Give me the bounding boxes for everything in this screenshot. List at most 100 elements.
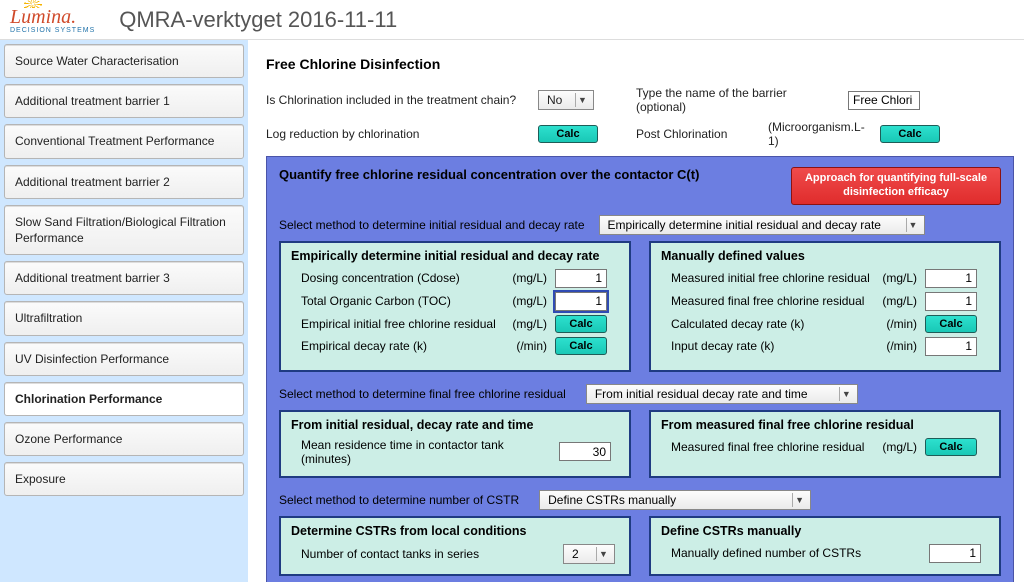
chevron-down-icon: ▼ (906, 218, 920, 232)
sidebar-item-ultrafiltration[interactable]: Ultrafiltration (4, 301, 244, 335)
sidebar-item-label: Ultrafiltration (15, 311, 82, 325)
group-title: From initial residual, decay rate and ti… (291, 418, 619, 432)
calc-k-button[interactable]: Calc (925, 315, 977, 333)
mdef-label: Manually defined number of CSTRs (671, 546, 923, 560)
sidebar-item-label: Source Water Characterisation (15, 54, 179, 68)
method2-label: Select method to determine final free ch… (279, 387, 566, 401)
mrt-label: Mean residence time in contactor tank (m… (301, 438, 553, 466)
post-chlor-unit: (Microorganism.L-1) (768, 120, 868, 148)
log-reduction-label: Log reduction by chlorination (266, 127, 526, 141)
dose-input[interactable] (555, 269, 607, 288)
sidebar-item-label: Ozone Performance (15, 432, 122, 446)
sidebar-item-label: Additional treatment barrier 1 (15, 94, 170, 108)
select-value: Empirically determine initial residual a… (608, 218, 881, 232)
method2-select[interactable]: From initial residual decay rate and tim… (586, 384, 858, 404)
method1-select[interactable]: Empirically determine initial residual a… (599, 215, 925, 235)
sidebar-item-label: Additional treatment barrier 2 (15, 175, 170, 189)
dose-label: Dosing concentration (Cdose) (301, 271, 503, 285)
contactor-panel: Quantify free chlorine residual concentr… (266, 156, 1014, 582)
m-init-unit: (mg/L) (877, 271, 921, 285)
approach-button[interactable]: Approach for quantifying full-scale disi… (791, 167, 1001, 205)
emp-k-label: Empirical decay rate (k) (301, 339, 503, 353)
m-init-label: Measured initial free chlorine residual (671, 271, 873, 285)
method3-select[interactable]: Define CSTRs manually ▼ (539, 490, 811, 510)
chevron-down-icon: ▼ (792, 493, 806, 507)
sidebar-item-label: Slow Sand Filtration/Biological Filtrati… (15, 215, 226, 245)
is-chlor-label: Is Chlorination included in the treatmen… (266, 93, 526, 107)
brand-text: Lumina. (10, 6, 76, 28)
emp-k-calc-button[interactable]: Calc (555, 337, 607, 355)
emp-init-unit: (mg/L) (507, 317, 551, 331)
method3-label: Select method to determine number of CST… (279, 493, 519, 507)
ntanks-label: Number of contact tanks in series (301, 547, 557, 561)
group-title: From measured final free chlorine residu… (661, 418, 989, 432)
m-fin2-unit: (mg/L) (877, 440, 921, 454)
input-k-label: Input decay rate (k) (671, 339, 873, 353)
sidebar-item-slow-sand[interactable]: Slow Sand Filtration/Biological Filtrati… (4, 205, 244, 255)
content: Free Chlorine Disinfection Is Chlorinati… (248, 40, 1024, 582)
m-fin-unit: (mg/L) (877, 294, 921, 308)
post-chlor-calc-button[interactable]: Calc (880, 125, 940, 143)
ntanks-select[interactable]: 2 ▼ (563, 544, 615, 564)
m-fin-input[interactable] (925, 292, 977, 311)
sidebar-item-label: UV Disinfection Performance (15, 352, 169, 366)
calc-k-unit: (/min) (877, 317, 921, 331)
select-value: No (547, 93, 562, 107)
page-title: Free Chlorine Disinfection (266, 56, 1014, 72)
input-k-unit: (/min) (877, 339, 921, 353)
sidebar-item-conventional[interactable]: Conventional Treatment Performance (4, 124, 244, 158)
emp-k-unit: (/min) (507, 339, 551, 353)
method1-label: Select method to determine initial resid… (279, 218, 585, 232)
manual-group: Manually defined values Measured initial… (649, 241, 1001, 372)
sidebar-item-add-barrier-2[interactable]: Additional treatment barrier 2 (4, 165, 244, 199)
m-init-input[interactable] (925, 269, 977, 288)
input-k-input[interactable] (925, 337, 977, 356)
is-chlor-select[interactable]: No ▼ (538, 90, 594, 110)
m-fin2-label: Measured final free chlorine residual (671, 440, 873, 454)
sidebar-item-add-barrier-1[interactable]: Additional treatment barrier 1 (4, 84, 244, 118)
group-title: Determine CSTRs from local conditions (291, 524, 619, 538)
sidebar-item-ozone[interactable]: Ozone Performance (4, 422, 244, 456)
mrt-input[interactable] (559, 442, 611, 461)
select-value: From initial residual decay rate and tim… (595, 387, 808, 401)
toc-label: Total Organic Carbon (TOC) (301, 294, 503, 308)
from-measured-group: From measured final free chlorine residu… (649, 410, 1001, 478)
log-reduction-calc-button[interactable]: Calc (538, 125, 598, 143)
toc-input[interactable] (555, 292, 607, 311)
group-title: Empirically determine initial residual a… (291, 249, 619, 263)
sidebar-item-label: Exposure (15, 472, 66, 486)
chevron-down-icon: ▼ (575, 93, 589, 107)
dose-unit: (mg/L) (507, 271, 551, 285)
calc-k-label: Calculated decay rate (k) (671, 317, 873, 331)
panel-title: Quantify free chlorine residual concentr… (279, 167, 699, 182)
mdef-input[interactable] (929, 544, 981, 563)
app-title: QMRA-verktyget 2016-11-11 (119, 7, 397, 33)
from-initial-group: From initial residual, decay rate and ti… (279, 410, 631, 478)
logo: Lumina. DECISION SYSTEMS (10, 6, 95, 34)
post-chlor-label: Post Chlorination (636, 127, 756, 141)
emp-init-label: Empirical initial free chlorine residual (301, 317, 503, 331)
sidebar-item-label: Conventional Treatment Performance (15, 134, 214, 148)
sidebar-item-uv[interactable]: UV Disinfection Performance (4, 342, 244, 376)
select-value: Define CSTRs manually (548, 493, 676, 507)
barrier-name-input[interactable] (848, 91, 920, 110)
m-fin2-calc-button[interactable]: Calc (925, 438, 977, 456)
sidebar-item-add-barrier-3[interactable]: Additional treatment barrier 3 (4, 261, 244, 295)
sidebar-item-label: Chlorination Performance (15, 392, 162, 406)
chevron-down-icon: ▼ (596, 547, 610, 561)
group-title: Manually defined values (661, 249, 989, 263)
select-value: 2 (572, 547, 579, 561)
chevron-down-icon: ▼ (839, 387, 853, 401)
cstr-manual-group: Define CSTRs manually Manually defined n… (649, 516, 1001, 576)
sidebar-item-exposure[interactable]: Exposure (4, 462, 244, 496)
emp-init-calc-button[interactable]: Calc (555, 315, 607, 333)
sidebar: Source Water Characterisation Additional… (0, 40, 248, 582)
empirical-group: Empirically determine initial residual a… (279, 241, 631, 372)
cstr-local-group: Determine CSTRs from local conditions Nu… (279, 516, 631, 576)
sidebar-item-source-water[interactable]: Source Water Characterisation (4, 44, 244, 78)
header: Lumina. DECISION SYSTEMS QMRA-verktyget … (0, 0, 1024, 40)
sidebar-item-chlorination[interactable]: Chlorination Performance (4, 382, 244, 416)
m-fin-label: Measured final free chlorine residual (671, 294, 873, 308)
barrier-name-label: Type the name of the barrier (optional) (636, 86, 836, 114)
group-title: Define CSTRs manually (661, 524, 989, 538)
